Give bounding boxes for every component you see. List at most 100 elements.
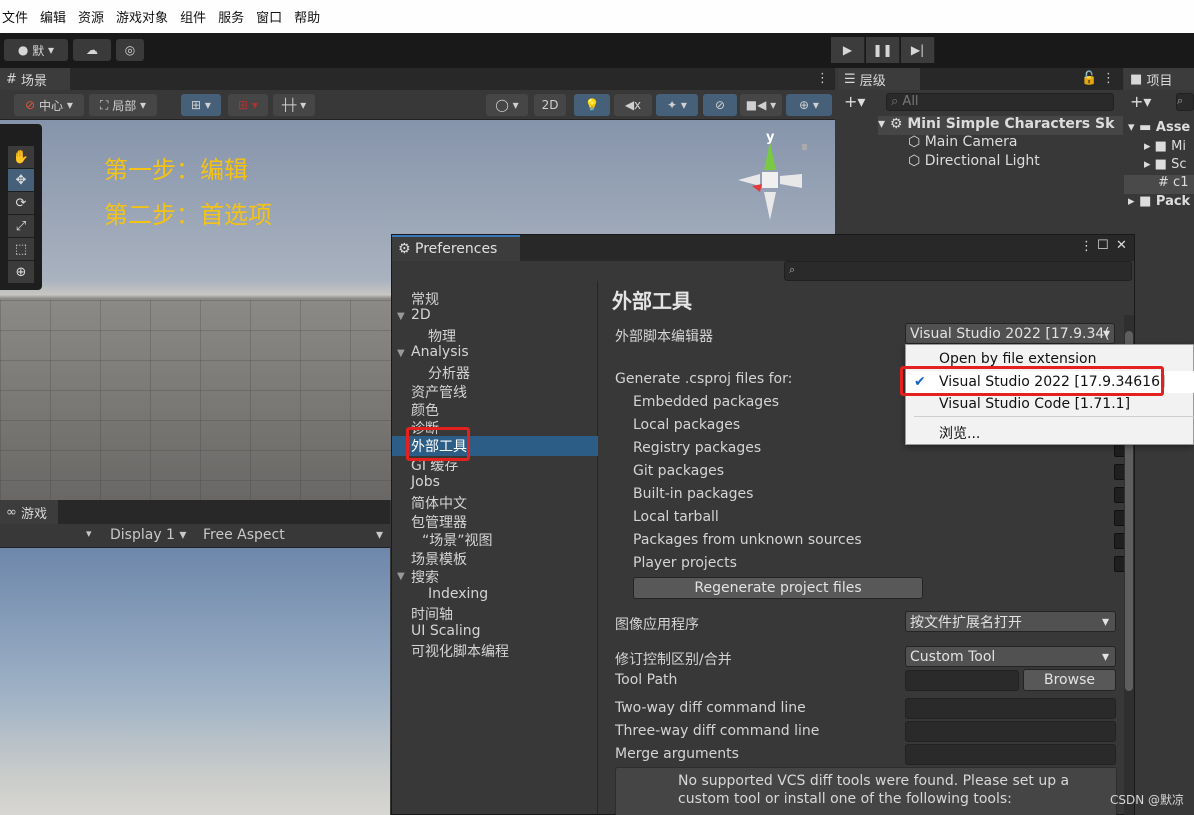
revision-control-label: 修订控制区别/合并 <box>615 652 732 668</box>
pause-button[interactable]: ❚❚ <box>866 37 900 63</box>
game-mode-dropdown[interactable]: ▾ <box>86 527 92 540</box>
two-way-diff-input[interactable] <box>905 698 1116 719</box>
camera-settings-button[interactable]: ■◀ ▾ <box>740 94 782 116</box>
tab-game[interactable]: ∞ 游戏 <box>0 500 58 524</box>
category-2d[interactable]: 2D <box>411 307 431 323</box>
menu-file[interactable]: 文件 <box>2 7 28 26</box>
hierarchy-more-icon[interactable]: ⋮ <box>1102 71 1115 86</box>
tab-project[interactable]: ■ 项目 <box>1124 68 1194 90</box>
expand-arrow-icon[interactable]: ▼ <box>397 311 405 322</box>
lock-icon[interactable]: 🔓 <box>1081 71 1097 86</box>
scale-tool[interactable]: ⤢ <box>8 215 34 237</box>
folder-icon: ■ <box>1154 139 1167 154</box>
gizmos-button[interactable]: ⊕ ▾ <box>786 94 832 116</box>
transform-tool[interactable]: ⊕ <box>8 261 34 283</box>
game-viewport[interactable] <box>0 548 390 815</box>
project-item-packages[interactable]: ▸ ■ Pack <box>1128 194 1190 209</box>
increment-snap-button[interactable]: ⊞ ▾ <box>228 94 268 116</box>
category-analysis[interactable]: Analysis <box>411 344 469 360</box>
hierarchy-add-button[interactable]: +▾ <box>844 92 865 111</box>
shading-mode-button[interactable]: ◯ ▾ <box>486 94 528 116</box>
scene-toolbar: ⊘ 中心 ▾ ⛶ 局部 ▾ ⊞ ▾ ⊞ ▾ ┼┼ ▾ ◯ ▾ 2D 💡 ◀x ✦… <box>0 90 835 120</box>
popup-item-browse[interactable]: 浏览... <box>906 422 1194 444</box>
collab-button[interactable]: ◎ <box>116 39 144 61</box>
category-chinese[interactable]: 简体中文 <box>411 493 467 513</box>
space-toggle[interactable]: ⛶ 局部 ▾ <box>89 94 157 116</box>
project-item-c1[interactable]: # c1 <box>1124 175 1194 194</box>
step-button[interactable]: ▶| <box>901 37 935 63</box>
maximize-icon[interactable]: ☐ <box>1097 238 1109 253</box>
category-search[interactable]: 搜索 <box>411 567 439 587</box>
account-button[interactable]: ● 默 ▾ <box>4 39 68 61</box>
preferences-tab[interactable]: ⚙ Preferences <box>392 235 520 261</box>
menu-services[interactable]: 服务 <box>218 7 244 26</box>
popup-item-vscode[interactable]: Visual Studio Code [1.71.1] <box>906 393 1194 415</box>
category-jobs[interactable]: Jobs <box>411 474 440 490</box>
hierarchy-item-light[interactable]: ⬡ Directional Light <box>908 153 1040 169</box>
project-item-sc[interactable]: ▸ ■ Sc <box>1144 157 1187 172</box>
aspect-dropdown[interactable]: Free Aspect ▾ <box>203 527 383 543</box>
project-item-mi[interactable]: ▸ ■ Mi <box>1144 139 1186 154</box>
rotate-tool[interactable]: ⟳ <box>8 192 34 214</box>
2d-toggle[interactable]: 2D <box>534 94 566 116</box>
cloud-button[interactable]: ☁ <box>73 39 111 61</box>
category-scene-template[interactable]: 场景模板 <box>411 549 467 569</box>
tab-hierarchy[interactable]: ☰ 层级 <box>838 68 920 90</box>
audio-toggle[interactable]: ◀x <box>614 94 652 116</box>
script-editor-dropdown[interactable]: Visual Studio 2022 [17.9.34(▾ <box>905 323 1115 344</box>
lighting-toggle[interactable]: 💡 <box>574 94 610 116</box>
hierarchy-search-input[interactable]: ⌕ All <box>886 93 1114 111</box>
category-general[interactable]: 常规 <box>411 289 439 309</box>
hierarchy-item-camera[interactable]: ⬡ Main Camera <box>908 134 1018 150</box>
category-colors[interactable]: 颜色 <box>411 400 439 420</box>
image-app-dropdown[interactable]: 按文件扩展名打开 ▾ <box>905 611 1116 632</box>
category-package-manager[interactable]: 包管理器 <box>411 512 467 532</box>
regenerate-button[interactable]: Regenerate project files <box>633 577 923 599</box>
revision-control-dropdown[interactable]: Custom Tool ▾ <box>905 646 1116 667</box>
hidden-objects-toggle[interactable]: ⊘ <box>703 94 737 116</box>
menu-assets[interactable]: 资源 <box>78 7 104 26</box>
category-profiler[interactable]: 分析器 <box>428 363 470 383</box>
menu-component[interactable]: 组件 <box>180 7 206 26</box>
project-item-assets[interactable]: ▾ ▬ Asse <box>1128 120 1190 135</box>
hand-tool[interactable]: ✋ <box>8 146 34 168</box>
display-dropdown[interactable]: Display 1 ▾ <box>110 527 186 543</box>
pivot-toggle[interactable]: ⊘ 中心 ▾ <box>14 94 84 116</box>
menu-gameobject[interactable]: 游戏对象 <box>116 7 168 26</box>
menu-help[interactable]: 帮助 <box>294 7 320 26</box>
preferences-search-input[interactable]: ⌕ <box>784 261 1132 281</box>
category-asset-pipeline[interactable]: 资产管线 <box>411 382 467 402</box>
menu-edit[interactable]: 编辑 <box>40 7 66 26</box>
effects-button[interactable]: ✦ ▾ <box>656 94 698 116</box>
tool-path-input[interactable] <box>905 670 1019 691</box>
play-button[interactable]: ▶ <box>831 37 865 63</box>
script-editor-value: Visual Studio 2022 [17.9.34( <box>910 325 1110 342</box>
category-indexing[interactable]: Indexing <box>428 586 488 602</box>
expand-arrow-icon[interactable]: ▼ <box>397 348 405 359</box>
move-tool[interactable]: ✥ <box>8 169 34 191</box>
more-options-icon[interactable]: ⋮ <box>816 71 829 86</box>
search-icon: ⌕ <box>789 263 796 276</box>
rect-tool[interactable]: ⬚ <box>8 238 34 260</box>
project-add-button[interactable]: +▾ <box>1130 92 1151 111</box>
csproj-registry-label: Registry packages <box>633 440 762 456</box>
category-timeline[interactable]: 时间轴 <box>411 604 453 624</box>
category-scene-view[interactable]: “场景”视图 <box>422 530 493 550</box>
category-visual-scripting[interactable]: 可视化脚本编程 <box>411 641 509 661</box>
close-icon[interactable]: ✕ <box>1116 238 1127 253</box>
scene-root-item[interactable]: ▾ ⚙ Mini Simple Characters Sk <box>878 116 1123 135</box>
merge-arguments-input[interactable] <box>905 744 1116 765</box>
grid-snap-button[interactable]: ⊞ ▾ <box>181 94 221 116</box>
expand-arrow-icon[interactable]: ▼ <box>397 571 405 582</box>
category-ui-scaling[interactable]: UI Scaling <box>411 623 481 639</box>
project-search-input[interactable]: ⌕ <box>1176 93 1194 111</box>
three-way-diff-input[interactable] <box>905 721 1116 742</box>
vcs-help-text: No supported VCS diff tools were found. … <box>678 773 1070 807</box>
ruler-button[interactable]: ┼┼ ▾ <box>273 94 315 116</box>
browse-button[interactable]: Browse <box>1023 669 1116 691</box>
orientation-gizmo[interactable]: y <box>730 130 810 225</box>
window-more-icon[interactable]: ⋮ <box>1080 239 1093 254</box>
category-physics[interactable]: 物理 <box>428 326 456 346</box>
tab-scene[interactable]: # 场景 <box>0 68 70 90</box>
menu-window[interactable]: 窗口 <box>256 7 282 26</box>
